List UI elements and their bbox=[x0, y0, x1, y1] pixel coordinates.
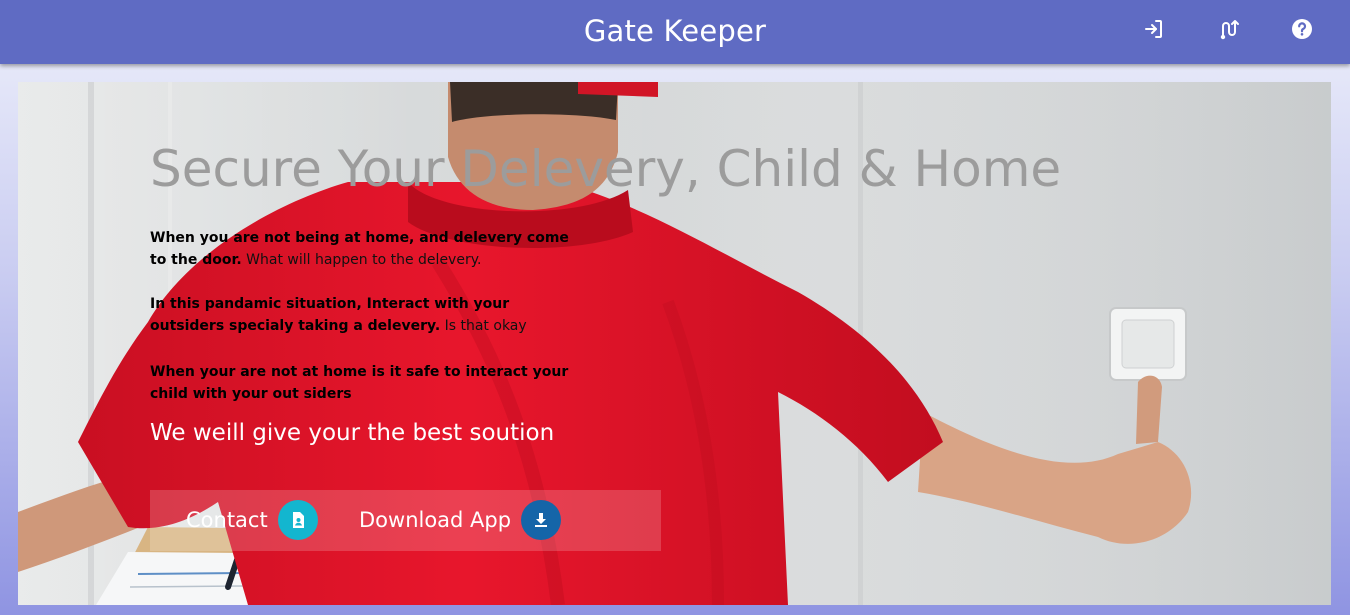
contact-button[interactable]: Contact bbox=[186, 500, 318, 540]
paragraph-bold-text: When your are not at home is it safe to … bbox=[150, 364, 569, 402]
hero-paragraph-delivery: When you are not being at home, and dele… bbox=[150, 227, 570, 271]
help-icon[interactable] bbox=[1290, 17, 1314, 41]
paragraph-normal-text: What will happen to the delevery. bbox=[241, 252, 482, 268]
solution-tagline: We weill give your the best soution bbox=[150, 420, 555, 446]
hero-banner: Secure Your Delevery, Child & Home When … bbox=[18, 82, 1331, 605]
contact-button-label: Contact bbox=[186, 508, 268, 532]
hero-paragraph-child-safety: When your are not at home is it safe to … bbox=[150, 361, 570, 405]
hero-headline: Secure Your Delevery, Child & Home bbox=[150, 140, 1062, 198]
download-app-button[interactable]: Download App bbox=[359, 500, 562, 540]
hero-button-panel: Contact Download App bbox=[150, 490, 661, 551]
contact-card-icon bbox=[277, 500, 318, 540]
login-icon[interactable] bbox=[1142, 17, 1166, 41]
paragraph-normal-text: Is that okay bbox=[440, 318, 527, 334]
route-icon[interactable] bbox=[1216, 17, 1240, 41]
download-app-button-label: Download App bbox=[359, 508, 512, 532]
hero-paragraph-pandemic: In this pandamic situation, Interact wit… bbox=[150, 293, 570, 337]
top-app-bar: Gate Keeper bbox=[0, 0, 1350, 64]
download-icon bbox=[521, 500, 562, 540]
